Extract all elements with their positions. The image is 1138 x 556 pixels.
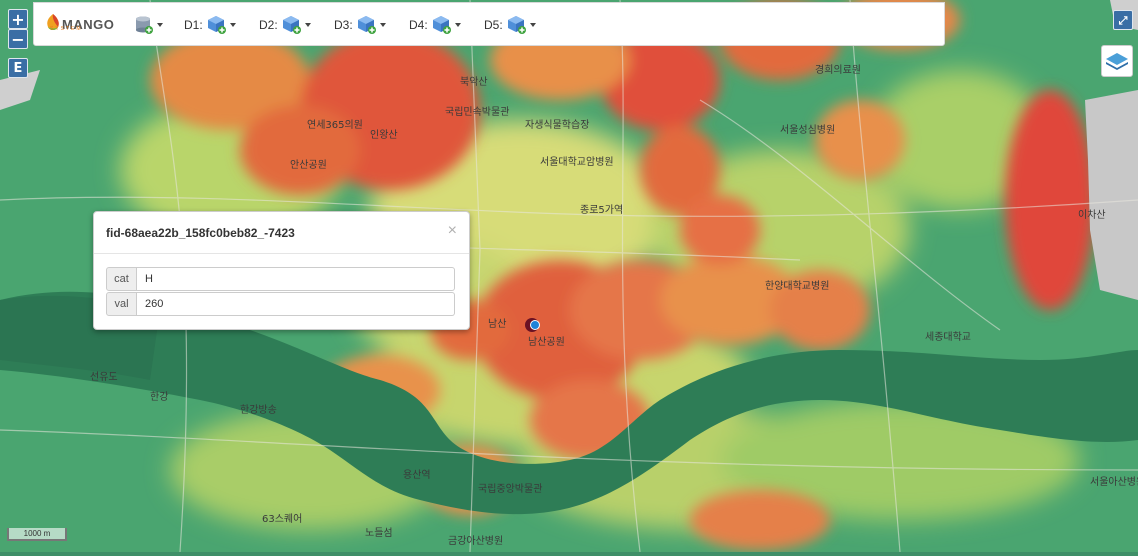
label-nodeulseom: 노들섬: [365, 527, 393, 539]
top-toolbar: MANGO SYSTEM D1: D2: D3: D4: D5:: [33, 2, 945, 46]
label-national-museum: 국립중앙박물관: [478, 482, 542, 495]
cube-add-icon: [432, 16, 451, 34]
logo-subtext: SYSTEM: [50, 26, 83, 32]
chevron-down-icon: [454, 23, 461, 27]
label-namsan: 남산: [488, 318, 506, 330]
d1-label: D1:: [184, 18, 203, 32]
label-seonyudo: 선유도: [90, 371, 118, 383]
chevron-down-icon: [304, 23, 311, 27]
label-geumgang-hospital: 금강아산병원: [448, 535, 503, 547]
label-hangang-1: 한강: [150, 391, 168, 403]
attribute-row: val 260: [106, 292, 455, 316]
label-hanyang-hospital: 한양대학교병원: [765, 280, 829, 292]
label-asan-hospital: 서울아산병원: [1090, 476, 1138, 488]
label-inwangsan: 인왕산: [370, 129, 398, 141]
label-namsan-park: 남산공원: [528, 336, 565, 348]
chevron-down-icon: [379, 23, 386, 27]
chevron-down-icon: [229, 23, 236, 27]
attribute-key: cat: [106, 267, 137, 291]
label-jongno5: 종로5가역: [580, 204, 623, 216]
chevron-down-icon: [157, 23, 163, 27]
label-seongsim: 서울성심병원: [780, 124, 835, 136]
cube-add-icon: [207, 16, 226, 34]
label-hangang-broadcast: 한강방송: [240, 404, 277, 416]
feature-popup: fid-68aea22b_158fc0beb82_-7423 × cat H v…: [93, 211, 470, 330]
attribute-key: val: [106, 292, 137, 316]
d3-label: D3:: [334, 18, 353, 32]
database-add-icon: [136, 16, 153, 34]
attribute-value: 260: [137, 292, 455, 316]
close-icon[interactable]: ×: [448, 222, 457, 240]
label-63square: 63스퀘어: [262, 513, 302, 525]
d5-dropdown[interactable]: D5:: [484, 13, 536, 37]
d3-dropdown[interactable]: D3:: [334, 13, 386, 37]
label-botanical: 자생식물학습장: [525, 119, 589, 131]
popup-divider: [94, 253, 469, 254]
fullscreen-button[interactable]: ⤢: [1113, 10, 1133, 30]
attribute-row: cat H: [106, 267, 455, 291]
d2-label: D2:: [259, 18, 278, 32]
chevron-down-icon: [529, 23, 536, 27]
layers-icon: [1106, 53, 1128, 70]
expand-icon: ⤢: [1118, 14, 1128, 27]
edit-button[interactable]: E: [8, 58, 28, 78]
cube-add-icon: [357, 16, 376, 34]
database-dropdown[interactable]: [130, 13, 163, 37]
cube-add-icon: [282, 16, 301, 34]
d5-label: D5:: [484, 18, 503, 32]
label-sejong-univ: 세종대학교: [925, 331, 971, 343]
cube-add-icon: [507, 16, 526, 34]
d1-dropdown[interactable]: D1:: [184, 13, 236, 37]
label-ansan-park: 안산공원: [290, 159, 327, 171]
label-bukaksan: 북악산: [460, 76, 488, 88]
popup-title: fid-68aea22b_158fc0beb82_-7423: [106, 226, 295, 240]
attribute-value: H: [137, 267, 455, 291]
label-clinic: 연세365의원: [307, 119, 363, 131]
label-yongsan: 용산역: [403, 469, 431, 481]
d4-label: D4:: [409, 18, 428, 32]
d2-dropdown[interactable]: D2:: [259, 13, 311, 37]
zoom-in-button[interactable]: +: [8, 9, 28, 29]
layer-switcher-button[interactable]: [1101, 45, 1133, 77]
label-folk-museum: 국립민속박물관: [445, 105, 509, 118]
label-cancer-hospital: 서울대학교암병원: [540, 156, 614, 168]
d4-dropdown[interactable]: D4:: [409, 13, 461, 37]
zoom-out-button[interactable]: −: [8, 29, 28, 49]
scale-bar: 1000 m: [7, 528, 67, 541]
label-kyunghee: 경희의료원: [815, 63, 861, 76]
label-achasan: 이차산: [1078, 209, 1106, 221]
